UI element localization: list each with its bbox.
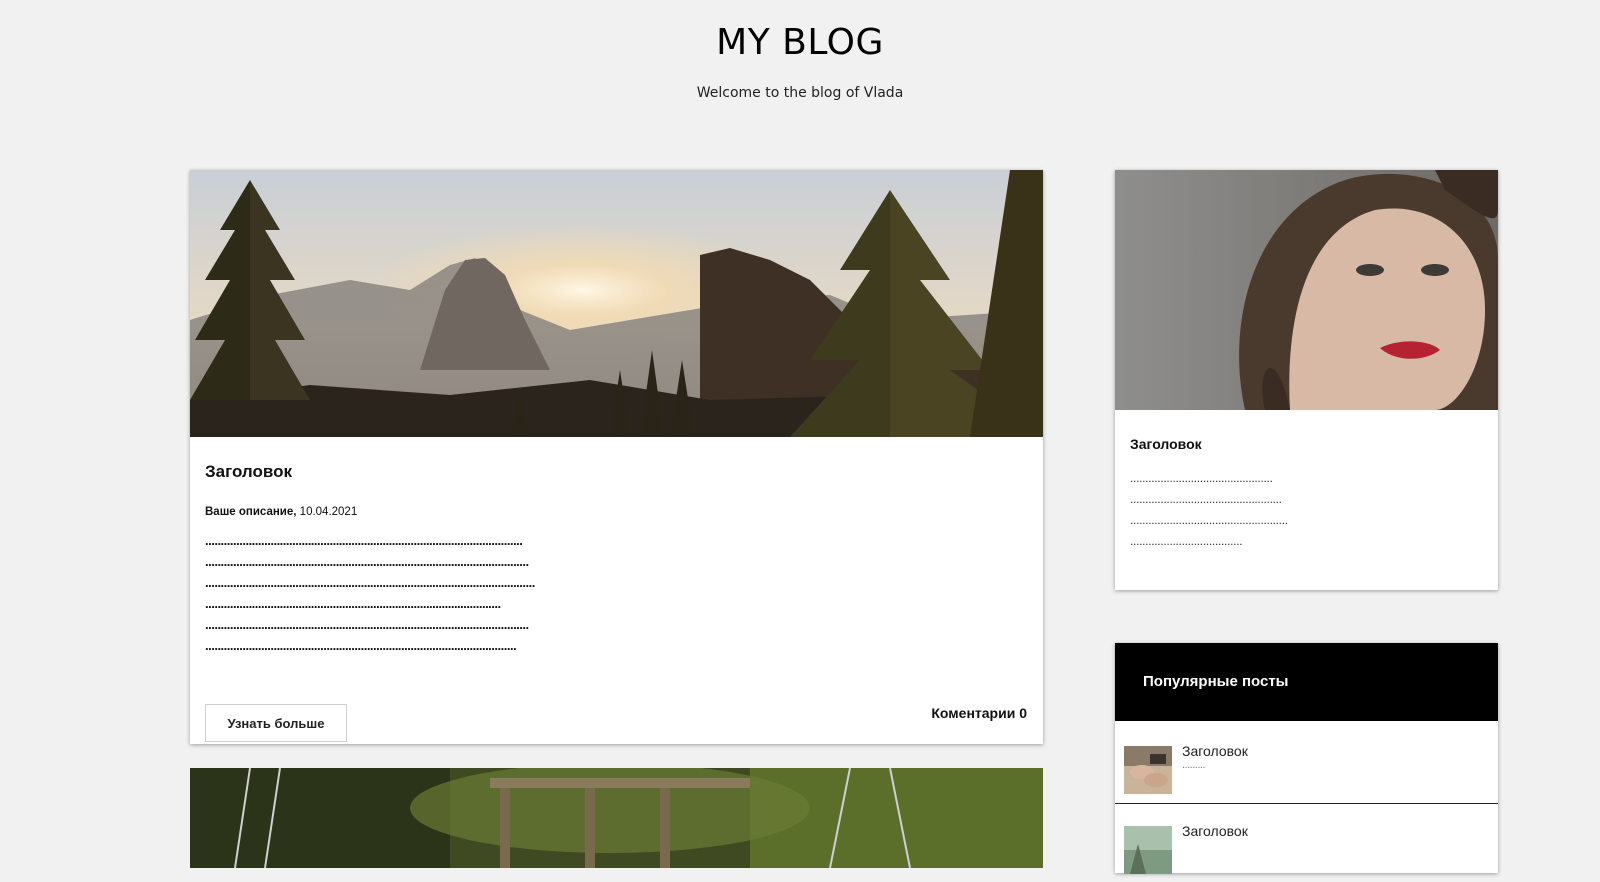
landscape-thumbnail-art: [1124, 826, 1172, 874]
mountain-landscape-image[interactable]: [190, 170, 1043, 437]
about-line: ........................................…: [1130, 513, 1288, 527]
landscape-thumbnail: [1124, 826, 1172, 874]
popular-post-title: Заголовок: [1182, 743, 1248, 759]
excerpt-line: ........................................…: [205, 617, 529, 632]
popular-post-item[interactable]: Заголовок: [1115, 801, 1498, 882]
popular-post-title: Заголовок: [1182, 823, 1248, 839]
post-description: Ваше описание,: [205, 506, 297, 518]
comments-label: Коментарии: [931, 705, 1016, 721]
site-title: MY BLOG: [716, 22, 884, 63]
about-title: Заголовок: [1130, 436, 1202, 452]
post-meta: Ваше описание, 10.04.2021: [205, 506, 357, 518]
post-excerpt: ........................................…: [205, 530, 535, 656]
post-card: [190, 768, 1043, 868]
hands-thumbnail: [1124, 746, 1172, 794]
about-line: ........................................…: [1130, 492, 1282, 506]
site-subtitle: Welcome to the blog of Vlada: [696, 85, 904, 101]
portrait-image-art: [1115, 170, 1498, 410]
post-card: Заголовок Ваше описание, 10.04.2021 ....…: [190, 170, 1043, 744]
popular-posts-title: Популярные посты: [1143, 673, 1289, 690]
excerpt-line: ........................................…: [205, 533, 523, 548]
excerpt-line: ........................................…: [205, 638, 517, 653]
mountain-landscape-image-art: [190, 170, 1043, 437]
excerpt-line: ........................................…: [205, 575, 535, 590]
popular-posts-header: Популярные посты: [1115, 643, 1498, 721]
about-line: .....................................: [1130, 534, 1243, 548]
about-card: Заголовок ..............................…: [1115, 170, 1498, 590]
popular-posts-widget: Популярные посты Заголовок ......... Заг…: [1115, 643, 1498, 874]
swing-forest-image[interactable]: [190, 768, 1043, 868]
swing-forest-image-art: [190, 768, 1043, 868]
read-more-button[interactable]: Узнать больше: [205, 704, 347, 742]
popular-post-subtitle: .........: [1182, 759, 1206, 771]
excerpt-line: ........................................…: [205, 554, 529, 569]
about-text: ........................................…: [1130, 468, 1288, 552]
popular-post-item[interactable]: Заголовок .........: [1115, 721, 1498, 802]
post-date: 10.04.2021: [299, 506, 358, 518]
hands-thumbnail-art: [1124, 746, 1172, 794]
excerpt-line: ........................................…: [205, 596, 501, 611]
comments-count: 0: [1019, 705, 1027, 721]
post-title[interactable]: Заголовок: [205, 462, 292, 482]
comments-link[interactable]: Коментарии 0: [931, 705, 1027, 721]
portrait-image: [1115, 170, 1498, 410]
about-line: ........................................…: [1130, 471, 1273, 485]
